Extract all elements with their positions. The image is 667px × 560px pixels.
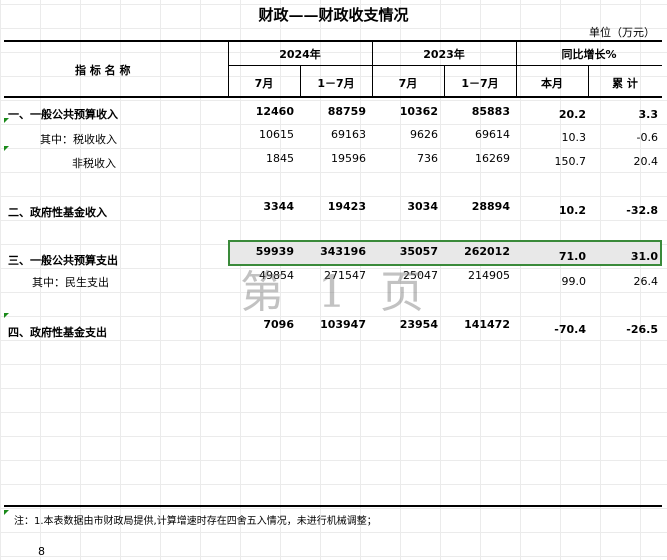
header-yoy: 同比增长%	[561, 48, 617, 61]
row-label[interactable]: 一、一般公共预算收入	[8, 106, 118, 122]
table-cell[interactable]: 9626	[372, 128, 438, 141]
table-cell[interactable]: 20.4	[588, 155, 659, 168]
page-number: 8	[38, 545, 45, 558]
header-2024-month: 7月	[254, 77, 274, 90]
header-2023-month: 7月	[398, 77, 418, 90]
header-bottom-border	[4, 96, 662, 98]
unit-label: 单位（万元）	[589, 26, 655, 39]
table-cell[interactable]: 85883	[444, 105, 510, 118]
table-cell[interactable]: -0.6	[588, 131, 658, 144]
cell-error-marker	[4, 510, 9, 515]
header-this-month: 本月	[541, 77, 563, 90]
row-label[interactable]: 二、政府性基金收入	[8, 204, 107, 220]
row-label[interactable]: 非税收入	[72, 155, 116, 171]
table-cell[interactable]: 10.2	[516, 204, 586, 217]
cell-error-marker	[4, 313, 9, 318]
table-cell[interactable]: 99.0	[516, 275, 587, 288]
row-label[interactable]: 三、一般公共预算支出	[8, 252, 118, 268]
footnote: 注：1.本表数据由市财政局提供,计算增速时存在四舍五入情况，未进行机械调整；	[14, 516, 377, 527]
header-2024: 2024年	[279, 48, 321, 61]
table-cell[interactable]: 10362	[372, 105, 438, 118]
table-cell[interactable]: 69163	[300, 128, 366, 141]
table-cell[interactable]: 20.2	[516, 108, 586, 121]
table-cell[interactable]: 150.7	[516, 155, 587, 168]
cell-error-marker	[4, 146, 9, 151]
header-2023-cumulative: 1－7月	[461, 77, 499, 90]
header-sub-border	[228, 65, 662, 66]
table-cell[interactable]: 19596	[300, 152, 366, 165]
header-indicator: 指 标 名 称	[75, 64, 131, 77]
table-cell[interactable]: -26.5	[588, 323, 658, 336]
table-cell[interactable]: 3344	[228, 200, 294, 213]
table-cell[interactable]: 16269	[444, 152, 510, 165]
table-cell[interactable]: 214905	[444, 269, 510, 282]
table-cell[interactable]: 1845	[228, 152, 294, 165]
row-label[interactable]: 四、政府性基金支出	[8, 324, 107, 340]
table-cell[interactable]: 3.3	[588, 108, 659, 121]
table-cell[interactable]: -32.8	[588, 204, 658, 217]
sheet-title: 财政——财政收支情况	[258, 6, 409, 24]
table-cell[interactable]: 10.3	[516, 131, 587, 144]
table-cell[interactable]: 88759	[300, 105, 366, 118]
header-2024-cumulative: 1－7月	[317, 77, 355, 90]
table-cell[interactable]: -70.4	[516, 323, 586, 336]
table-bottom-border	[4, 505, 662, 507]
header-2023: 2023年	[423, 48, 465, 61]
table-cell[interactable]: 736	[372, 152, 438, 165]
table-cell[interactable]: 26.4	[588, 275, 659, 288]
table-top-border	[4, 40, 662, 42]
table-cell[interactable]: 19423	[300, 200, 366, 213]
table-cell[interactable]: 28894	[444, 200, 510, 213]
table-cell[interactable]: 3034	[372, 200, 438, 213]
table-cell[interactable]: 69614	[444, 128, 510, 141]
table-cell[interactable]: 141472	[444, 318, 510, 331]
table-cell[interactable]: 12460	[228, 105, 294, 118]
page-watermark: 第 1 页	[240, 267, 434, 318]
row-label[interactable]: 其中：民生支出	[32, 274, 109, 290]
row-label[interactable]: 其中：税收收入	[40, 131, 117, 147]
header-accumulated: 累 计	[612, 77, 638, 90]
table-cell[interactable]: 10615	[228, 128, 294, 141]
